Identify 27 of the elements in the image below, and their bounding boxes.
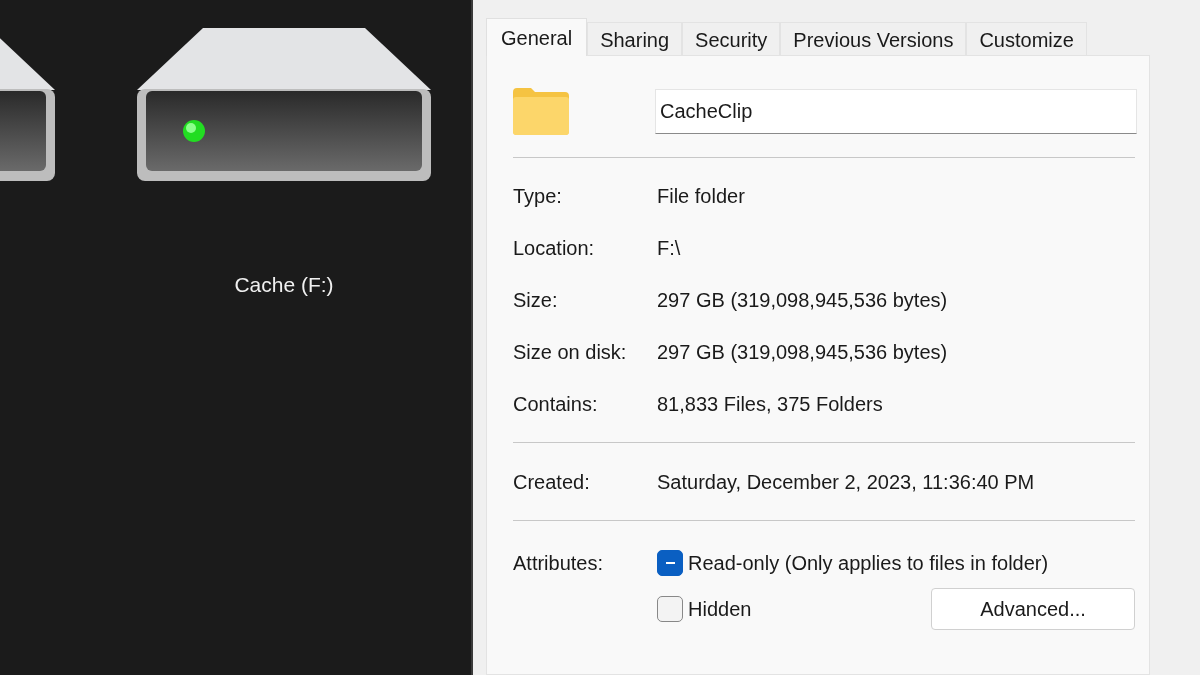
folder-icon [513, 88, 569, 135]
property-label: Type: [513, 183, 563, 209]
property-value: 297 GB (319,098,945,536 bytes) [657, 339, 948, 365]
attribute-checkbox[interactable]: Hidden [657, 594, 752, 624]
attribute-checkbox[interactable]: Read-only (Only applies to files in folder) [657, 548, 1049, 578]
checkbox[interactable] [657, 550, 683, 576]
property-label: Size: [513, 287, 559, 313]
tab[interactable]: Security [682, 22, 781, 55]
tab[interactable]: General [486, 18, 588, 56]
property-value: File folder [657, 183, 745, 209]
property-label: Created: [513, 469, 591, 495]
drive-icon [137, 28, 431, 181]
checkbox[interactable] [657, 596, 683, 622]
property-value: 81,833 Files, 375 Folders [657, 391, 883, 417]
property-label: Location: [513, 235, 596, 261]
property-value: F:\ [657, 235, 681, 261]
name-field[interactable]: CacheClip [655, 89, 1137, 134]
property-label: Contains: [513, 391, 599, 417]
attributes-label: Attributes: [513, 551, 605, 571]
advanced-button[interactable]: Advanced... [931, 588, 1135, 630]
tab[interactable]: Previous Versions [780, 22, 967, 55]
tab[interactable]: Customize [966, 22, 1087, 55]
property-value: Saturday, December 2, 2023, 11:36:40 PM [657, 469, 1035, 495]
drive-label[interactable]: Cache (F:) [234, 269, 334, 301]
property-label: Size on disk: [513, 339, 628, 365]
tab[interactable]: Sharing [587, 22, 683, 55]
property-value: 297 GB (319,098,945,536 bytes) [657, 287, 948, 313]
